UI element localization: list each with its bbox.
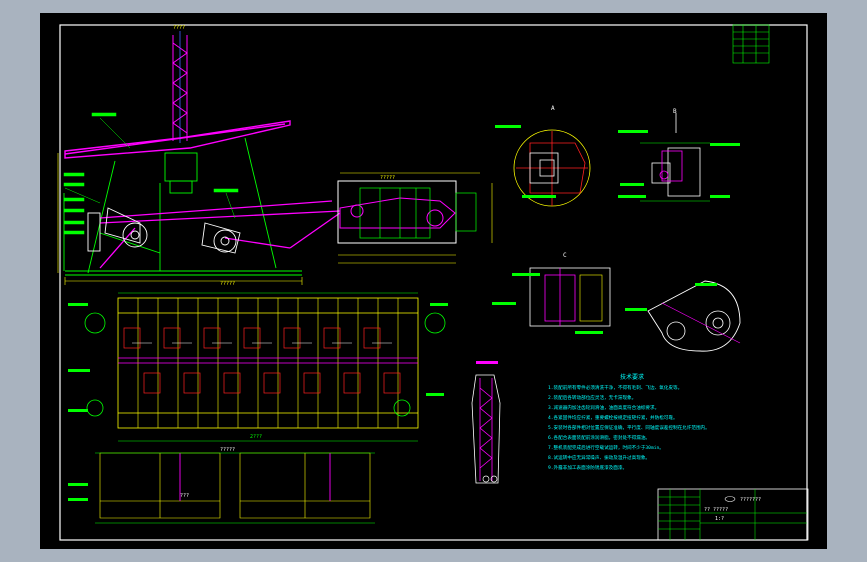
bay-label: ???: [180, 493, 189, 499]
note-line: 8.试运转中应无异常噪声、振动及温升过高现象。: [548, 454, 650, 461]
note-line: 2.装配后各转动部位应灵活，无卡滞现象。: [548, 394, 636, 401]
detail-view-c: C: [492, 252, 611, 334]
company-name: ???????: [740, 497, 761, 503]
notes-heading: 技术要求: [620, 373, 644, 381]
company-logo: [724, 496, 736, 502]
width-mark: 2???: [250, 434, 262, 440]
crank-arm-detail: [625, 280, 741, 352]
elevation-leaders: [63, 112, 239, 235]
cad-viewport[interactable]: ???? ????? A B C ????? 2??? ????? ??? 技术…: [40, 13, 827, 549]
elevation-view: ????: [57, 25, 341, 285]
plan-units-bottom: [143, 372, 401, 394]
column-label: ?????: [220, 447, 235, 453]
vertical-profile: [471, 361, 501, 484]
engineering-drawing: ???? ????? A B C ????? 2??? ????? ??? 技术…: [57, 24, 809, 541]
technical-notes: 技术要求 1.装配前所有零件必须清洗干净，不得有毛刺、飞边、氧化皮等。 2.装配…: [548, 373, 710, 471]
foundation-bays: [99, 452, 371, 519]
drawing-title: ?? ?????: [704, 507, 728, 513]
note-line: 9.外露非加工表面涂防锈底漆及面漆。: [548, 464, 627, 471]
detail-view-b: B: [618, 108, 740, 202]
title-block: ??????? ?? ????? 1:?: [657, 488, 809, 541]
section-b-label: B: [673, 108, 677, 115]
note-line: 6.各配合表面装配前涂润滑脂，密封处不得漏油。: [548, 434, 650, 441]
gearbox-label: ?????: [380, 175, 395, 181]
note-line: 4.各紧固件均应拧紧，重要螺栓按规定扭矩拧紧，并防松可靠。: [548, 414, 678, 421]
linkage-rods: [99, 200, 341, 269]
plan-title: ?????: [220, 281, 235, 287]
support-frame: [63, 137, 302, 276]
note-line: 5.安装时各部件相对位置应保证准确，平行度、同轴度误差控制在允许范围内。: [548, 424, 710, 431]
drawing-scale: 1:?: [715, 516, 724, 522]
gearbox-view: ?????: [337, 172, 493, 264]
plan-units-top: [123, 327, 381, 349]
plan-side-units: [84, 312, 446, 417]
section-c-label: C: [563, 252, 567, 259]
note-line: 1.装配前所有零件必须清洗干净，不得有毛刺、飞边、氧化皮等。: [548, 384, 682, 391]
gearbox-housing: [337, 180, 457, 244]
note-line: 3.减速器内加注齿轮润滑油，油面高度符合油标要求。: [548, 404, 659, 411]
crank-wheels: [87, 207, 241, 254]
section-a-label: A: [551, 105, 555, 112]
note-line: 7.整机装配完成后进行空载试运转，时间不少于30min。: [548, 444, 664, 451]
plan-view: ????? 2??? ????? ???: [68, 281, 448, 524]
tower-label: ????: [173, 25, 185, 31]
sheet-border: [59, 24, 808, 541]
parts-list-table: [732, 24, 770, 64]
detail-view-a: A: [495, 105, 591, 207]
